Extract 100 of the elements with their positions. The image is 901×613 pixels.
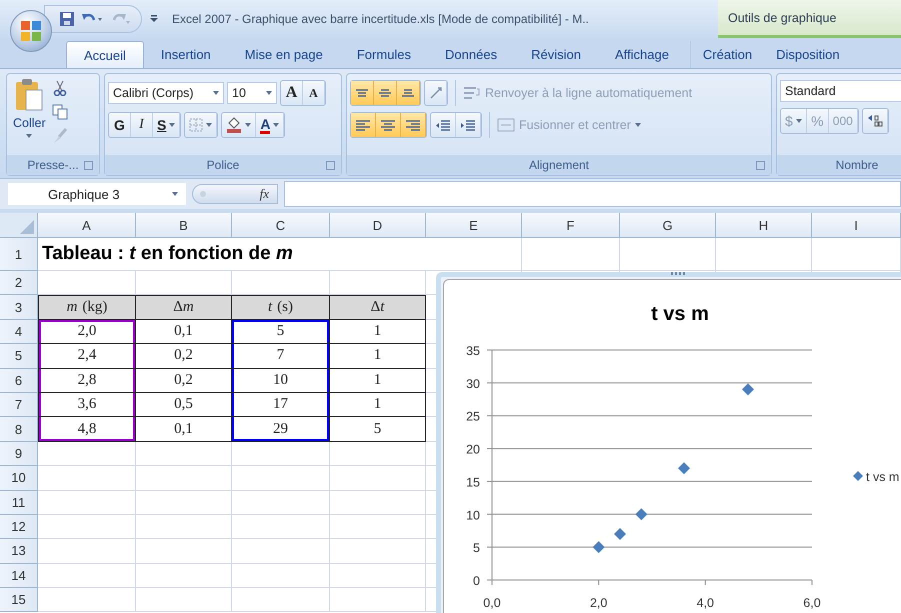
- empty-cell[interactable]: [136, 588, 232, 612]
- empty-cell[interactable]: [426, 238, 522, 271]
- table-cell: 2,8: [38, 368, 136, 393]
- empty-cell[interactable]: [330, 588, 426, 612]
- axis-label: 2,0: [590, 596, 608, 610]
- empty-cell[interactable]: [232, 564, 330, 588]
- align-button[interactable]: [374, 81, 397, 105]
- column-header[interactable]: F: [522, 213, 620, 238]
- font-name-field[interactable]: Calibri (Corps): [108, 82, 224, 104]
- align-button[interactable]: [397, 81, 420, 105]
- row-header[interactable]: 1: [0, 238, 38, 271]
- grow-font-button[interactable]: A: [281, 81, 303, 105]
- column-header[interactable]: C: [232, 213, 330, 238]
- save-icon[interactable]: [59, 11, 75, 27]
- row-header[interactable]: 14: [0, 564, 38, 588]
- underline-button[interactable]: S: [153, 113, 180, 137]
- empty-cell[interactable]: [136, 539, 232, 564]
- ribbon-tab[interactable]: Disposition: [764, 41, 852, 68]
- empty-cell[interactable]: [136, 442, 232, 466]
- empty-cell[interactable]: [330, 466, 426, 491]
- empty-cell[interactable]: [232, 442, 330, 466]
- table-cell: 0,2: [136, 368, 232, 393]
- empty-cell[interactable]: [330, 539, 426, 564]
- empty-cell[interactable]: [522, 238, 620, 271]
- table-cell: 0,2: [136, 344, 232, 369]
- column-header[interactable]: I: [812, 213, 901, 238]
- number-format-field[interactable]: Standard: [780, 80, 901, 102]
- ribbon-tab[interactable]: Affichage: [598, 41, 686, 68]
- column-heading: Δm: [136, 295, 232, 320]
- row-header[interactable]: 13: [0, 539, 38, 564]
- paste-button[interactable]: Coller: [13, 78, 46, 155]
- row-header[interactable]: 4: [0, 320, 38, 344]
- empty-cell[interactable]: [232, 490, 330, 515]
- column-header[interactable]: G: [620, 213, 716, 238]
- empty-cell[interactable]: [136, 490, 232, 515]
- empty-cell[interactable]: [330, 442, 426, 466]
- ribbon-tab[interactable]: Formules: [340, 41, 428, 68]
- table-cell: 1: [330, 368, 426, 393]
- align-icon: [460, 120, 476, 130]
- ribbon-tab[interactable]: Données: [428, 41, 514, 68]
- empty-cell[interactable]: [330, 564, 426, 588]
- row-header[interactable]: 12: [0, 514, 38, 540]
- empty-cell[interactable]: [330, 514, 426, 540]
- chart-frame[interactable]: t vs m 0 5 10 15 20 25 30 35 0,0 2,0 4,0 6,0 t vs m: [436, 272, 901, 613]
- empty-cell[interactable]: [232, 514, 330, 540]
- ribbon-tab[interactable]: Révision: [514, 41, 598, 68]
- empty-cell[interactable]: [136, 514, 232, 540]
- office-logo-icon: [20, 20, 42, 42]
- align-button[interactable]: [401, 113, 426, 137]
- font-size-field[interactable]: 10: [227, 82, 277, 104]
- copy-icon[interactable]: [52, 104, 68, 120]
- empty-cell[interactable]: [232, 466, 330, 491]
- table-cell: 0,1: [136, 417, 232, 442]
- column-header[interactable]: A: [38, 213, 136, 238]
- align-button[interactable]: [351, 81, 374, 105]
- empty-cell[interactable]: [330, 490, 426, 515]
- row-header[interactable]: 7: [0, 392, 38, 418]
- select-all-icon[interactable]: [20, 220, 34, 234]
- align-button[interactable]: [351, 113, 376, 137]
- row-header[interactable]: 5: [0, 344, 38, 369]
- row-header[interactable]: 2: [0, 271, 38, 296]
- align-button[interactable]: [376, 113, 401, 137]
- scissors-icon[interactable]: [52, 80, 68, 96]
- ribbon-tab[interactable]: Accueil: [66, 41, 144, 68]
- brush-icon[interactable]: [52, 128, 68, 144]
- dialog-launcher-icon[interactable]: [84, 161, 93, 170]
- row-header[interactable]: 9: [0, 442, 38, 466]
- dialog-launcher-icon[interactable]: [326, 161, 335, 170]
- shrink-font-button[interactable]: A: [303, 81, 325, 105]
- row-header[interactable]: 3: [0, 295, 38, 320]
- column-header[interactable]: H: [716, 213, 812, 238]
- bold-button[interactable]: G: [109, 113, 131, 137]
- row-header[interactable]: 11: [0, 490, 38, 515]
- italic-button[interactable]: I: [131, 113, 153, 137]
- name-box[interactable]: Graphique 3: [8, 183, 186, 205]
- column-header[interactable]: B: [136, 213, 232, 238]
- empty-cell[interactable]: [136, 564, 232, 588]
- empty-cell[interactable]: [812, 238, 901, 271]
- empty-cell[interactable]: [232, 588, 330, 612]
- table-cell: 7: [232, 344, 330, 369]
- dialog-launcher-icon[interactable]: [756, 161, 765, 170]
- empty-cell[interactable]: [136, 466, 232, 491]
- ribbon-tab[interactable]: Insertion: [144, 41, 228, 68]
- customize-caret-icon[interactable]: [150, 15, 158, 23]
- row-header[interactable]: 15: [0, 588, 38, 612]
- row-header[interactable]: 10: [0, 466, 38, 491]
- column-header[interactable]: D: [330, 213, 426, 238]
- empty-cell[interactable]: [620, 238, 716, 271]
- sheet-title: Tableau : t en fonction de m: [38, 238, 426, 271]
- empty-cell[interactable]: [716, 238, 812, 271]
- row-header[interactable]: 8: [0, 417, 38, 442]
- resize-handle[interactable]: [671, 272, 685, 275]
- column-header[interactable]: E: [426, 213, 522, 238]
- axis-label: 4,0: [696, 596, 714, 610]
- insert-function-button[interactable]: fx: [192, 184, 278, 204]
- empty-cell[interactable]: [232, 539, 330, 564]
- ribbon-tab[interactable]: Mise en page: [228, 41, 340, 68]
- row-header[interactable]: 6: [0, 368, 38, 393]
- formula-input[interactable]: [284, 181, 901, 207]
- table-cell: 2,0: [38, 320, 136, 344]
